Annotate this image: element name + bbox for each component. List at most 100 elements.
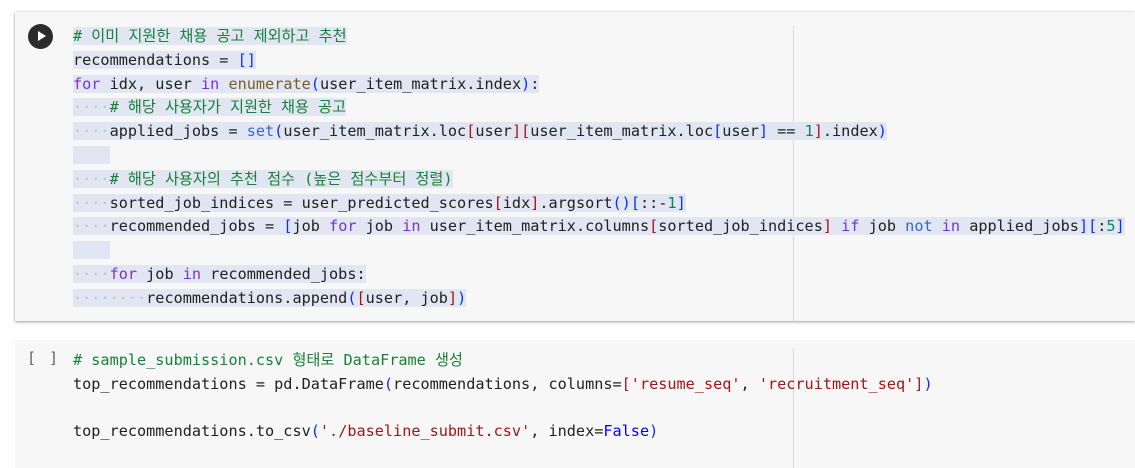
- code-token: idx, user: [100, 74, 202, 93]
- code-cell-2[interactable]: [ ] # sample_submission.csv 형태로 DataFram…: [15, 340, 1135, 468]
- code-token: :: [530, 74, 540, 93]
- code-token: for: [73, 74, 101, 93]
- code-line-content: # 이미 지원한 채용 공고 제외하고 추천: [73, 27, 347, 45]
- code-token: ): [649, 422, 659, 441]
- code-token: recommendations, columns=: [393, 374, 622, 393]
- code-token: ): [923, 374, 933, 393]
- code-token: job: [859, 217, 906, 236]
- code-token: 5: [1106, 217, 1116, 236]
- code-line-content: top_recommendations = pd.DataFrame(recom…: [73, 375, 933, 393]
- indent-guide: ····: [73, 264, 110, 283]
- code-line-content: ····sorted_job_indices = user_predicted_…: [73, 193, 686, 212]
- code-token: in: [402, 217, 421, 236]
- code-token: for: [109, 264, 138, 283]
- code-token: top_recommendations.to_csv: [73, 422, 311, 441]
- code-line-content: ····for job in recommended_jobs:: [73, 264, 366, 283]
- code-token: sorted_job_indices = user_predicted_scor…: [109, 193, 494, 212]
- code-token: if: [841, 217, 860, 236]
- indent-guide: ····: [73, 169, 110, 188]
- code-line: ····applied_jobs = set(user_item_matrix.…: [73, 120, 1135, 144]
- code-editor[interactable]: # 이미 지원한 채용 공고 제외하고 추천 recommendations = …: [73, 25, 1135, 311]
- code-token: ): [457, 288, 467, 307]
- code-token: job: [137, 264, 183, 283]
- code-line: ····recommended_jobs = [job for job in u…: [73, 215, 1135, 239]
- code-token: ]: [758, 122, 768, 141]
- code-token: # 해당 사용자의 추천 점수 (높은 점수부터 정렬): [109, 169, 453, 188]
- code-token: in: [201, 74, 220, 93]
- execution-count[interactable]: [ ]: [27, 349, 60, 367]
- code-token: user, job: [365, 288, 448, 307]
- code-line-content: recommendations = []: [73, 50, 256, 69]
- code-token: [: [649, 217, 659, 236]
- code-token: recommendations =: [73, 50, 238, 69]
- indent-guide: ····: [73, 98, 110, 117]
- code-line: recommendations = []: [73, 49, 1135, 73]
- code-line-content: [73, 145, 110, 164]
- code-token: user_item_matrix.loc: [283, 122, 467, 141]
- code-line: # 이미 지원한 채용 공고 제외하고 추천: [73, 25, 1135, 49]
- code-line: top_recommendations = pd.DataFrame(recom…: [73, 373, 1135, 397]
- indent-guide: ····: [73, 122, 110, 141]
- code-token: 1: [667, 193, 677, 212]
- code-line-content: # sample_submission.csv 형태로 DataFrame 생성: [73, 351, 463, 369]
- code-token: [: [493, 193, 503, 212]
- code-token: ::-: [639, 193, 668, 212]
- code-token: ]: [822, 217, 832, 236]
- code-token: ]: [1115, 217, 1125, 236]
- code-token: # 해당 사용자가 지원한 채용 공고: [109, 98, 347, 117]
- code-token: False: [603, 422, 650, 441]
- code-token: user_item_matrix.columns: [420, 217, 650, 236]
- code-line-content: ····applied_jobs = set(user_item_matrix.…: [73, 122, 887, 141]
- code-token: in: [182, 264, 202, 283]
- code-token: (: [310, 422, 320, 441]
- code-token: './baseline_submit.csv': [319, 422, 531, 441]
- code-token: [: [466, 122, 476, 141]
- code-token: 'resume_seq': [630, 374, 741, 393]
- indent-guide: ········: [73, 288, 147, 307]
- code-token: .index: [822, 122, 878, 141]
- run-cell-button[interactable]: [28, 24, 53, 49]
- code-token: user_item_matrix.index: [319, 74, 522, 93]
- code-token: 1: [804, 122, 814, 141]
- code-token: ]: [530, 193, 540, 212]
- code-line-content: ····# 해당 사용자의 추천 점수 (높은 점수부터 정렬): [73, 169, 453, 188]
- code-line: ····# 해당 사용자의 추천 점수 (높은 점수부터 정렬): [73, 168, 1135, 192]
- code-token: # sample_submission.csv 형태로 DataFrame 생성: [73, 351, 463, 369]
- code-line-content: top_recommendations.to_csv('./baseline_s…: [73, 422, 658, 440]
- code-token: sorted_job_indices: [658, 217, 823, 236]
- code-line: top_recommendations.to_csv('./baseline_s…: [73, 420, 1135, 444]
- indent-guide: ····: [73, 217, 110, 236]
- code-token: recommended_jobs =: [109, 217, 284, 236]
- code-token: .argsort: [539, 193, 613, 212]
- code-token: ]: [676, 193, 686, 212]
- code-token: ==: [768, 122, 805, 141]
- code-token: (: [383, 374, 394, 393]
- code-line-content: ····# 해당 사용자가 지원한 채용 공고: [73, 98, 347, 117]
- code-line-content: ····recommended_jobs = [job for job in u…: [73, 217, 1125, 236]
- code-token: ,: [740, 374, 759, 393]
- code-token: ): [521, 74, 531, 93]
- code-line: ····# 해당 사용자가 지원한 채용 공고: [73, 96, 1135, 120]
- code-token: not: [905, 217, 933, 236]
- code-token: ()[: [612, 193, 640, 212]
- code-line: ····sorted_job_indices = user_predicted_…: [73, 192, 1135, 216]
- code-token: for: [329, 217, 357, 236]
- code-editor[interactable]: # sample_submission.csv 형태로 DataFrame 생성…: [73, 349, 1135, 444]
- code-token: ]: [813, 122, 823, 141]
- code-token: (: [274, 122, 284, 141]
- code-token: ): [877, 122, 887, 141]
- code-token: 'recruitment_seq': [758, 374, 915, 393]
- code-token: []: [237, 50, 256, 69]
- code-token: # 이미 지원한 채용 공고 제외하고 추천: [73, 27, 347, 45]
- code-token: user: [475, 122, 512, 141]
- code-line-content: for idx, user in enumerate(user_item_mat…: [73, 74, 540, 93]
- code-token: recommended_jobs:: [201, 264, 366, 283]
- code-cell-1[interactable]: # 이미 지원한 채용 공고 제외하고 추천 recommendations = …: [15, 12, 1135, 321]
- code-token: applied_jobs: [960, 217, 1079, 236]
- code-token: enumerate: [228, 74, 311, 93]
- code-token: [: [621, 374, 631, 393]
